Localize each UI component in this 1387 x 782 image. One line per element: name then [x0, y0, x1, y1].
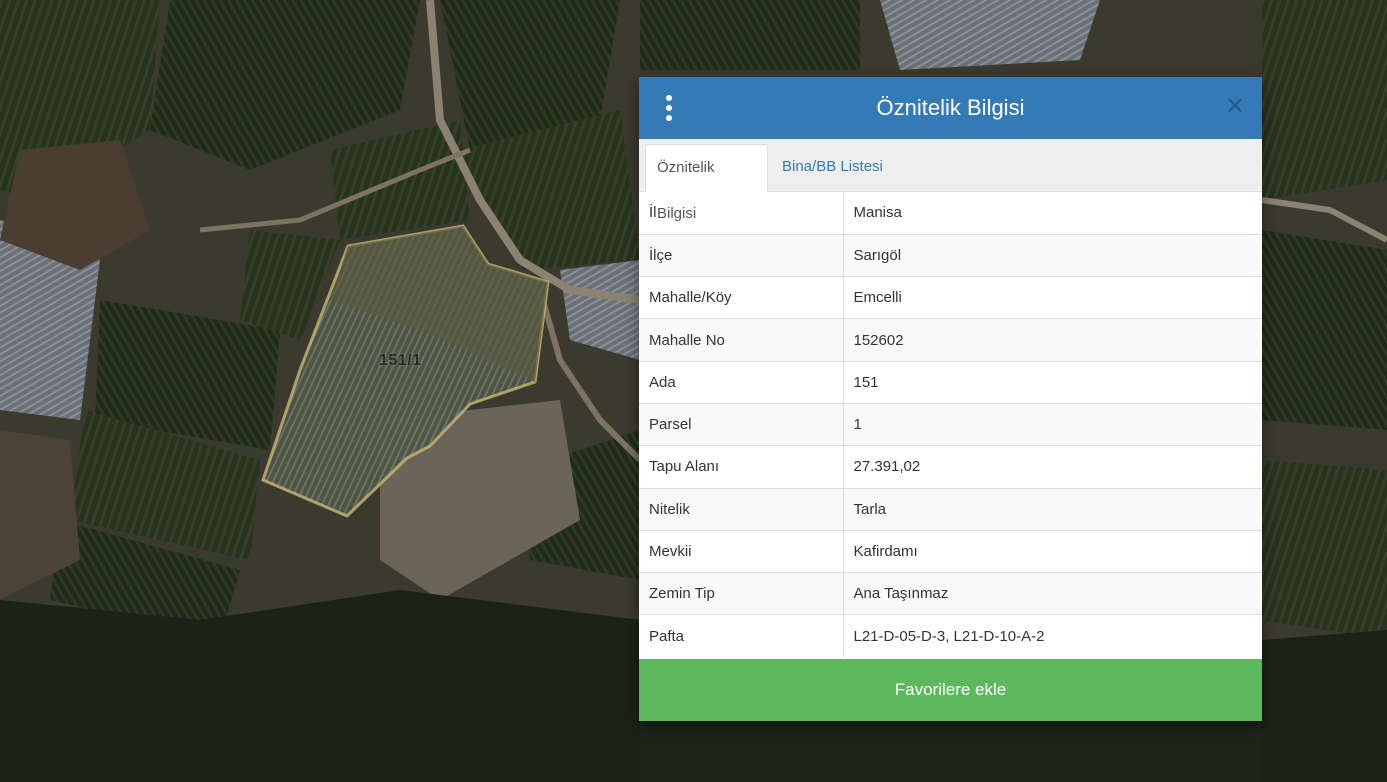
attribute-key: Tapu Alanı: [639, 445, 844, 489]
vertical-ellipsis-icon[interactable]: [661, 95, 677, 121]
attribute-key: Parsel: [639, 402, 844, 446]
attribute-info-panel: Öznitelik Bilgisi ✕ Öznitelik Bilgisi Bi…: [639, 77, 1262, 721]
close-icon[interactable]: ✕: [1222, 93, 1248, 121]
attribute-value: 152602: [843, 318, 1262, 362]
table-row: Zemin Tip Ana Taşınmaz: [639, 572, 1262, 615]
attribute-key: İlçe: [639, 233, 844, 277]
attribute-key: Mevkii: [639, 529, 844, 573]
add-to-favorites-button[interactable]: Favorilere ekle: [639, 659, 1262, 721]
tab-attribute-info[interactable]: Öznitelik Bilgisi: [645, 144, 768, 222]
panel-header: Öznitelik Bilgisi ✕: [639, 77, 1262, 139]
table-row: Nitelik Tarla: [639, 487, 1262, 531]
attribute-value: 151: [843, 360, 1262, 404]
attribute-value: 1: [843, 402, 1262, 446]
attribute-key: Mahalle No: [639, 318, 844, 362]
table-row: Parsel 1: [639, 402, 1262, 446]
attribute-key: Ada: [639, 360, 844, 404]
attribute-key: Mahalle/Köy: [639, 276, 844, 319]
panel-title: Öznitelik Bilgisi: [876, 95, 1025, 120]
attribute-value: Tarla: [843, 487, 1262, 531]
attribute-value: Sarıgöl: [843, 233, 1262, 277]
table-row: Pafta L21-D-05-D-3, L21-D-10-A-2: [639, 614, 1262, 658]
tab-building-list[interactable]: Bina/BB Listesi: [771, 144, 894, 192]
table-row: İl Manisa: [639, 192, 1262, 235]
attribute-value: Kafirdamı: [843, 529, 1262, 573]
table-row: İlçe Sarıgöl: [639, 233, 1262, 277]
table-row: Tapu Alanı 27.391,02: [639, 445, 1262, 489]
attribute-value: Emcelli: [843, 276, 1262, 319]
attribute-table: İl Manisa İlçe Sarıgöl Mahalle/Köy Emcelli Mah…: [639, 192, 1262, 658]
parcel-label[interactable]: 151/1: [379, 352, 422, 370]
attribute-value: 27.391,02: [843, 445, 1262, 489]
table-row: Mahalle No 152602: [639, 318, 1262, 362]
attribute-value: L21-D-05-D-3, L21-D-10-A-2: [843, 614, 1262, 658]
table-row: Ada 151: [639, 360, 1262, 404]
table-row: Mevkii Kafirdamı: [639, 529, 1262, 573]
attribute-value: Ana Taşınmaz: [843, 572, 1262, 615]
attribute-value: Manisa: [853, 204, 902, 222]
attribute-key: Nitelik: [639, 487, 844, 531]
panel-tabs: Öznitelik Bilgisi Bina/BB Listesi: [639, 139, 1262, 222]
table-row: Mahalle/Köy Emcelli: [639, 276, 1262, 319]
attribute-key: Zemin Tip: [639, 572, 844, 615]
attribute-key: Pafta: [639, 614, 844, 658]
